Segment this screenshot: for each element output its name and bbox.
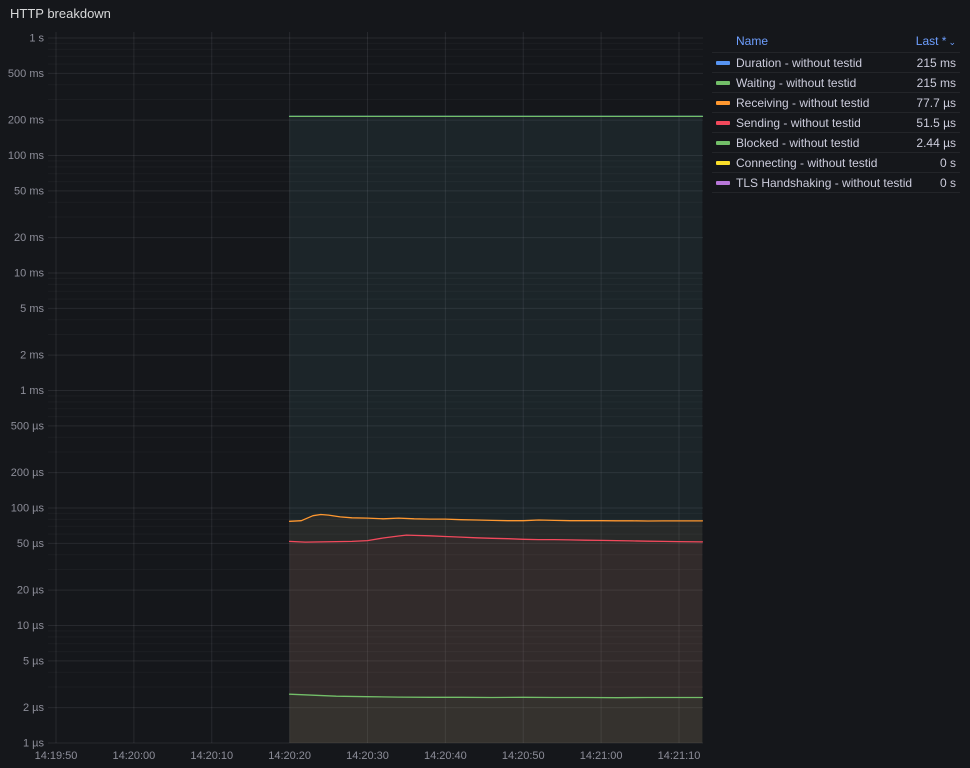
sort-desc-caret-icon: ⌄ xyxy=(948,37,956,47)
svg-text:14:20:50: 14:20:50 xyxy=(502,750,545,762)
svg-text:50 µs: 50 µs xyxy=(17,538,45,550)
svg-text:200 ms: 200 ms xyxy=(8,115,45,127)
svg-text:100 µs: 100 µs xyxy=(11,503,45,515)
svg-text:20 µs: 20 µs xyxy=(17,585,45,597)
legend-row[interactable]: Waiting - without testid 215 ms xyxy=(712,72,960,92)
legend-col-name[interactable]: Name xyxy=(736,34,768,48)
svg-text:5 ms: 5 ms xyxy=(20,303,44,315)
series-color-swatch-icon xyxy=(716,180,730,185)
svg-text:1 µs: 1 µs xyxy=(23,738,45,750)
legend-row[interactable]: Duration - without testid 215 ms xyxy=(712,52,960,72)
svg-text:14:20:40: 14:20:40 xyxy=(424,750,467,762)
http-breakdown-panel: HTTP breakdown 1 s 500 ms 200 ms 100 ms 50 m… xyxy=(0,0,970,768)
legend-row[interactable]: Sending - without testid 51.5 µs xyxy=(712,112,960,132)
svg-text:5 µs: 5 µs xyxy=(23,655,45,667)
legend-row[interactable]: TLS Handshaking - without testid 0 s xyxy=(712,172,960,193)
series-color-swatch-icon xyxy=(716,100,730,105)
series-last-value: 0 s xyxy=(939,175,956,190)
legend-row[interactable]: Receiving - without testid 77.7 µs xyxy=(712,92,960,112)
series-name: Sending - without testid xyxy=(736,115,861,130)
svg-text:14:21:10: 14:21:10 xyxy=(658,750,701,762)
series-color-swatch-icon xyxy=(716,120,730,125)
svg-text:100 ms: 100 ms xyxy=(8,150,45,162)
series-last-value: 215 ms xyxy=(916,75,956,90)
series-last-value: 2.44 µs xyxy=(916,135,956,150)
series-color-swatch-icon xyxy=(716,60,730,65)
series-color-swatch-icon xyxy=(716,160,730,165)
legend-col-last[interactable]: Last * ⌄ xyxy=(916,34,956,48)
legend-rows: Duration - without testid 215 ms Waiting -… xyxy=(712,52,960,193)
svg-text:14:21:00: 14:21:00 xyxy=(580,750,623,762)
legend-col-last-label: Last * xyxy=(915,34,947,48)
svg-text:500 ms: 500 ms xyxy=(8,68,45,80)
series-name: Blocked - without testid xyxy=(736,135,860,150)
series-color-swatch-icon xyxy=(716,80,730,85)
series-name: TLS Handshaking - without testid xyxy=(736,175,913,190)
series-name: Waiting - without testid xyxy=(736,75,857,90)
legend-row[interactable]: Connecting - without testid 0 s xyxy=(712,152,960,172)
svg-text:14:20:20: 14:20:20 xyxy=(268,750,311,762)
svg-text:10 ms: 10 ms xyxy=(14,268,44,280)
svg-text:10 µs: 10 µs xyxy=(17,620,45,632)
legend-row[interactable]: Blocked - without testid 2.44 µs xyxy=(712,132,960,152)
series-name: Duration - without testid xyxy=(736,55,863,70)
svg-text:1 ms: 1 ms xyxy=(20,385,44,397)
svg-text:14:20:00: 14:20:00 xyxy=(112,750,155,762)
svg-text:1 s: 1 s xyxy=(29,33,44,45)
series-last-value: 77.7 µs xyxy=(916,95,956,110)
svg-text:14:19:50: 14:19:50 xyxy=(35,750,78,762)
series-color-swatch-icon xyxy=(716,140,730,145)
series-last-value: 0 s xyxy=(939,155,956,170)
series-name: Connecting - without testid xyxy=(736,155,878,170)
svg-text:500 µs: 500 µs xyxy=(11,420,45,432)
legend-table: Name Last * ⌄ Duration - without testid 21… xyxy=(712,32,960,193)
svg-text:14:20:10: 14:20:10 xyxy=(190,750,233,762)
svg-text:14:20:30: 14:20:30 xyxy=(346,750,389,762)
svg-text:20 ms: 20 ms xyxy=(14,232,44,244)
series-last-value: 51.5 µs xyxy=(916,115,956,130)
svg-text:2 ms: 2 ms xyxy=(20,350,44,362)
svg-text:2 µs: 2 µs xyxy=(23,702,45,714)
series-name: Receiving - without testid xyxy=(736,95,870,110)
series-last-value: 215 ms xyxy=(916,55,956,70)
legend-header: Name Last * ⌄ xyxy=(712,32,960,52)
svg-text:50 ms: 50 ms xyxy=(14,185,44,197)
svg-text:200 µs: 200 µs xyxy=(11,467,45,479)
